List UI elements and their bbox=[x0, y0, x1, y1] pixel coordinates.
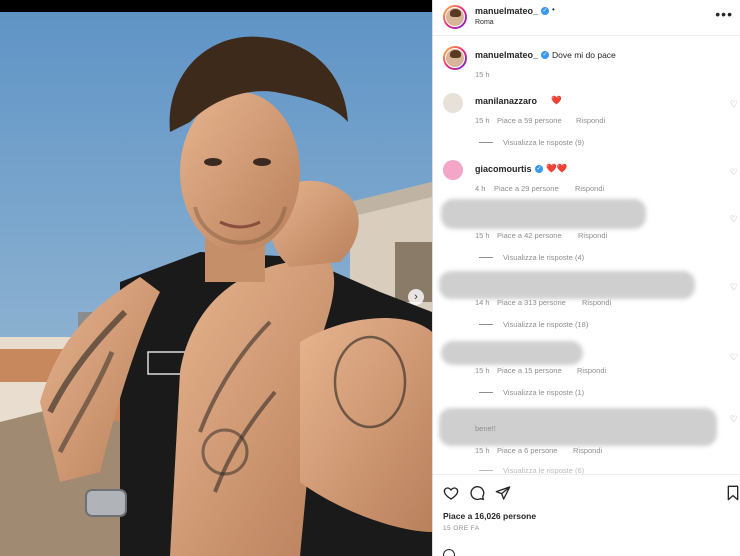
caption-text: Dove mi do pace bbox=[552, 50, 616, 60]
caption-time: 15 h bbox=[475, 70, 490, 79]
location-link[interactable]: Roma bbox=[475, 19, 494, 26]
comment-likes[interactable]: Piace a 6 persone bbox=[497, 446, 557, 455]
comment-likes[interactable]: Piace a 42 persone bbox=[497, 231, 562, 240]
reply-link[interactable]: Rispondi bbox=[577, 366, 606, 375]
post-side-panel: manuelmateo_ ✓ • Roma ••• manuelmateo_ ✓… bbox=[432, 0, 740, 556]
comment-username[interactable]: manilanazzaro bbox=[475, 96, 537, 106]
view-replies[interactable]: Visualizza le risposte (4) bbox=[479, 253, 584, 262]
instagram-post-view: › manuelmateo_ ✓ • Roma ••• manuelmateo_… bbox=[0, 0, 740, 556]
view-replies[interactable]: Visualizza le risposte (18) bbox=[479, 320, 588, 329]
view-replies-label: Visualizza le risposte (18) bbox=[503, 320, 589, 329]
like-comment-icon[interactable]: ♡ bbox=[730, 414, 738, 425]
view-replies-label: Visualizza le risposte (1) bbox=[503, 388, 585, 397]
comment-time: 15 h bbox=[475, 231, 490, 240]
comment-likes[interactable]: Piace a 313 persone bbox=[497, 298, 566, 307]
share-icon[interactable] bbox=[495, 485, 511, 501]
commenter-avatar[interactable] bbox=[443, 160, 463, 180]
like-comment-icon[interactable]: ♡ bbox=[730, 214, 738, 225]
next-slide-button[interactable]: › bbox=[408, 289, 424, 305]
comment-time: 14 h bbox=[475, 298, 490, 307]
comment-time: 4 h bbox=[475, 184, 486, 193]
post-time: 15 ORE FA bbox=[443, 525, 480, 532]
reply-link[interactable]: Rispondi bbox=[582, 298, 611, 307]
like-comment-icon[interactable]: ♡ bbox=[730, 352, 738, 363]
redacted-comment bbox=[439, 271, 695, 299]
post-header: manuelmateo_ ✓ • Roma ••• bbox=[433, 0, 740, 36]
like-comment-icon[interactable]: ♡ bbox=[730, 282, 738, 293]
post-photo[interactable]: › bbox=[0, 12, 432, 556]
comment-likes[interactable]: Piace a 59 persone bbox=[497, 116, 562, 125]
comment-text: ❤️❤️ bbox=[546, 163, 568, 173]
view-replies-label: Visualizza le risposte (9) bbox=[503, 138, 585, 147]
commenter-avatar[interactable] bbox=[443, 93, 463, 113]
verified-badge-icon: ✓ bbox=[541, 51, 549, 59]
heart-icon[interactable] bbox=[443, 485, 459, 501]
separator-dot: • bbox=[552, 5, 555, 14]
reply-link[interactable]: Rispondi bbox=[578, 231, 607, 240]
view-replies[interactable]: Visualizza le risposte (1) bbox=[479, 388, 584, 397]
comment-time: 15 h bbox=[475, 446, 490, 455]
reply-link[interactable]: Rispondi bbox=[573, 446, 602, 455]
view-replies-label: Visualizza le risposte (4) bbox=[503, 253, 585, 262]
post-likes[interactable]: Piace a 16,026 persone bbox=[443, 511, 536, 521]
view-replies[interactable]: Visualizza le risposte (9) bbox=[479, 138, 584, 147]
comment-time: 15 h bbox=[475, 366, 490, 375]
comment-text: ❤️ bbox=[551, 95, 562, 105]
comment-likes[interactable]: Piace a 29 persone bbox=[494, 184, 559, 193]
bookmark-icon[interactable] bbox=[725, 485, 740, 501]
post-actions: Piace a 16,026 persone 15 ORE FA bbox=[433, 474, 740, 556]
emoji-icon[interactable] bbox=[443, 549, 455, 556]
redacted-comment bbox=[441, 199, 646, 229]
reply-link[interactable]: Rispondi bbox=[576, 116, 605, 125]
like-comment-icon[interactable]: ♡ bbox=[730, 167, 738, 178]
caption-username[interactable]: manuelmateo_ bbox=[475, 50, 538, 60]
post-image bbox=[0, 12, 432, 556]
verified-badge-icon: ✓ bbox=[541, 7, 549, 15]
author-username[interactable]: manuelmateo_ bbox=[475, 6, 538, 16]
comment-likes[interactable]: Piace a 15 persone bbox=[497, 366, 562, 375]
verified-badge-icon: ✓ bbox=[535, 165, 543, 173]
comment-username[interactable]: giacomourtis bbox=[475, 164, 532, 174]
comment-text-partial: bene!! bbox=[475, 424, 496, 433]
reply-link[interactable]: Rispondi bbox=[575, 184, 604, 193]
more-options-icon[interactable]: ••• bbox=[715, 6, 733, 22]
comment-time: 15 h bbox=[475, 116, 490, 125]
redacted-comment bbox=[441, 341, 583, 365]
comment-icon[interactable] bbox=[469, 485, 485, 501]
caption-author-avatar[interactable] bbox=[443, 46, 467, 70]
like-comment-icon[interactable]: ♡ bbox=[730, 99, 738, 110]
author-avatar[interactable] bbox=[443, 5, 467, 29]
